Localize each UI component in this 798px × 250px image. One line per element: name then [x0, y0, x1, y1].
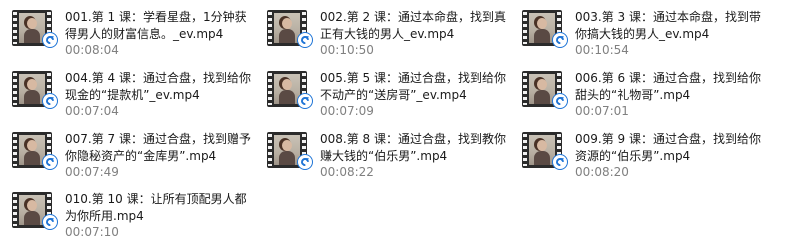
- file-name-line: 007.第 7 课：通过合盘，找到赠予: [65, 132, 251, 146]
- sync-badge-icon: [42, 154, 58, 170]
- file-duration: 00:10:50: [320, 43, 374, 57]
- file-item[interactable]: 002.第 2 课：通过本命盘，找到真 正有大钱的男人_ev.mp4 00:10…: [265, 6, 506, 62]
- file-name-line: 甜头的“礼物哥”.mp4: [575, 88, 691, 102]
- file-grid: 001.第 1 课：学看星盘，1分钟获 得男人的财富信息。_ev.mp4 00:…: [10, 6, 794, 246]
- sync-badge-icon: [42, 32, 58, 48]
- video-file-icon: [522, 130, 568, 174]
- file-name-line: 009.第 9 课：通过合盘，找到给你: [575, 132, 761, 146]
- file-duration: 00:08:22: [320, 165, 374, 179]
- file-item[interactable]: 010.第 10 课：让所有顶配男人都 为你所用.mp4 00:07:10: [10, 188, 250, 244]
- file-duration: 00:07:49: [65, 165, 119, 179]
- file-name-line: 004.第 4 课：通过合盘，找到给你: [65, 71, 251, 85]
- file-item[interactable]: 004.第 4 课：通过合盘，找到给你 现金的“提款机”_ev.mp4 00:0…: [10, 67, 251, 123]
- file-name: 001.第 1 课：学看星盘，1分钟获 得男人的财富信息。_ev.mp4: [65, 9, 247, 43]
- file-duration: 00:07:01: [575, 104, 629, 118]
- file-name-line: 008.第 8 课：通过合盘，找到教你: [320, 132, 506, 146]
- video-file-icon: [522, 8, 568, 52]
- file-item[interactable]: 005.第 5 课：通过合盘，找到给你 不动产的“送房哥”_ev.mp4 00:…: [265, 67, 506, 123]
- file-name: 006.第 6 课：通过合盘，找到给你 甜头的“礼物哥”.mp4: [575, 70, 761, 104]
- file-name: 008.第 8 课：通过合盘，找到教你 赚大钱的“伯乐男”.mp4: [320, 131, 506, 165]
- video-file-icon: [12, 69, 58, 113]
- sync-badge-icon: [297, 32, 313, 48]
- video-file-icon: [267, 8, 313, 52]
- file-name-line: 正有大钱的男人_ev.mp4: [320, 27, 455, 41]
- video-file-icon: [267, 69, 313, 113]
- file-name-line: 资源的“伯乐男”.mp4: [575, 149, 691, 163]
- file-name: 004.第 4 课：通过合盘，找到给你 现金的“提款机”_ev.mp4: [65, 70, 251, 104]
- sync-badge-icon: [552, 93, 568, 109]
- file-name: 005.第 5 课：通过合盘，找到给你 不动产的“送房哥”_ev.mp4: [320, 70, 506, 104]
- file-name-line: 002.第 2 课：通过本命盘，找到真: [320, 10, 506, 24]
- file-duration: 00:07:04: [65, 104, 119, 118]
- file-item[interactable]: 007.第 7 课：通过合盘，找到赠予 你隐秘资产的“金库男”.mp4 00:0…: [10, 128, 251, 184]
- sync-badge-icon: [297, 93, 313, 109]
- file-name-line: 你搞大钱的男人_ev.mp4: [575, 27, 710, 41]
- file-name: 009.第 9 课：通过合盘，找到给你 资源的“伯乐男”.mp4: [575, 131, 761, 165]
- sync-badge-icon: [552, 154, 568, 170]
- file-name-line: 为你所用.mp4: [65, 209, 144, 223]
- file-name-line: 001.第 1 课：学看星盘，1分钟获: [65, 10, 247, 24]
- sync-badge-icon: [552, 32, 568, 48]
- file-name-line: 你隐秘资产的“金库男”.mp4: [65, 149, 217, 163]
- file-item[interactable]: 009.第 9 课：通过合盘，找到给你 资源的“伯乐男”.mp4 00:08:2…: [520, 128, 761, 184]
- file-name-line: 005.第 5 课：通过合盘，找到给你: [320, 71, 506, 85]
- file-name: 003.第 3 课：通过本命盘，找到带 你搞大钱的男人_ev.mp4: [575, 9, 761, 43]
- video-file-icon: [12, 190, 58, 234]
- video-file-icon: [12, 130, 58, 174]
- sync-badge-icon: [42, 214, 58, 230]
- file-name-line: 得男人的财富信息。_ev.mp4: [65, 27, 224, 41]
- file-name-line: 赚大钱的“伯乐男”.mp4: [320, 149, 448, 163]
- file-item[interactable]: 006.第 6 课：通过合盘，找到给你 甜头的“礼物哥”.mp4 00:07:0…: [520, 67, 761, 123]
- file-duration: 00:07:10: [65, 225, 119, 239]
- file-item[interactable]: 008.第 8 课：通过合盘，找到教你 赚大钱的“伯乐男”.mp4 00:08:…: [265, 128, 506, 184]
- file-name: 007.第 7 课：通过合盘，找到赠予 你隐秘资产的“金库男”.mp4: [65, 131, 251, 165]
- video-file-icon: [522, 69, 568, 113]
- video-file-icon: [12, 8, 58, 52]
- file-name-line: 006.第 6 课：通过合盘，找到给你: [575, 71, 761, 85]
- file-name-line: 现金的“提款机”_ev.mp4: [65, 88, 200, 102]
- file-name-line: 010.第 10 课：让所有顶配男人都: [65, 192, 247, 206]
- sync-badge-icon: [297, 154, 313, 170]
- file-duration: 00:07:09: [320, 104, 374, 118]
- file-duration: 00:10:54: [575, 43, 629, 57]
- file-item[interactable]: 003.第 3 课：通过本命盘，找到带 你搞大钱的男人_ev.mp4 00:10…: [520, 6, 761, 62]
- file-name-line: 003.第 3 课：通过本命盘，找到带: [575, 10, 761, 24]
- file-name-line: 不动产的“送房哥”_ev.mp4: [320, 88, 467, 102]
- file-name: 010.第 10 课：让所有顶配男人都 为你所用.mp4: [65, 191, 247, 225]
- sync-badge-icon: [42, 93, 58, 109]
- file-duration: 00:08:20: [575, 165, 629, 179]
- file-item[interactable]: 001.第 1 课：学看星盘，1分钟获 得男人的财富信息。_ev.mp4 00:…: [10, 6, 250, 62]
- file-duration: 00:08:04: [65, 43, 119, 57]
- video-file-icon: [267, 130, 313, 174]
- file-name: 002.第 2 课：通过本命盘，找到真 正有大钱的男人_ev.mp4: [320, 9, 506, 43]
